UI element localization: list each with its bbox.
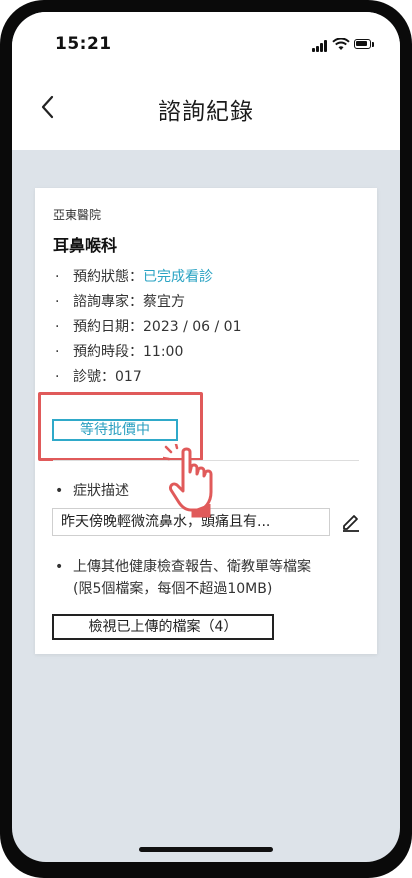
consultation-record-card: 亞東醫院 耳鼻喉科 · 預約狀態：已完成看診 · 諮詢專家：蔡宜方 · 預約日期：20… [35,188,377,654]
page-title: 諮詢紀錄 [158,99,254,125]
info-status: · 預約狀態：已完成看診 [55,269,213,285]
signal-icon [312,48,315,52]
wifi-icon [332,38,350,50]
info-doctor: · 諮詢專家：蔡宜方 [55,294,185,310]
info-number: · 診號：017 [55,369,142,385]
department-name: 耳鼻喉科 [53,236,118,255]
pointing-hand-icon [163,444,213,518]
top-bar: 15:21 諮詢紀錄 [12,12,400,150]
info-time-slot: · 預約時段：11:00 [55,344,184,360]
symptom-label: • 症狀描述 [55,483,129,499]
upload-instructions: • 上傳其他健康檢查報告、衛教單等檔案 (限5個檔案，每個不超過10MB) [55,559,311,597]
home-indicator[interactable] [139,847,273,852]
hospital-name: 亞東醫院 [53,208,102,222]
edit-pencil-icon[interactable] [340,510,362,532]
info-date: · 預約日期：2023 / 06 / 01 [55,319,242,335]
view-uploaded-files-button[interactable]: 檢視已上傳的檔案（4） [52,614,274,640]
status-value: 已完成看診 [143,269,213,285]
status-icons [312,38,374,52]
screen: 15:21 諮詢紀錄 亞東醫院 耳鼻喉科 · 預約狀態：已完成看診 · 諮詢專家… [12,12,400,862]
battery-icon [354,39,371,49]
awaiting-payment-button[interactable]: 等待批價中 [52,419,178,441]
status-time: 15:21 [55,34,112,54]
phone-frame: 15:21 諮詢紀錄 亞東醫院 耳鼻喉科 · 預約狀態：已完成看診 · 諮詢專家… [0,0,412,878]
